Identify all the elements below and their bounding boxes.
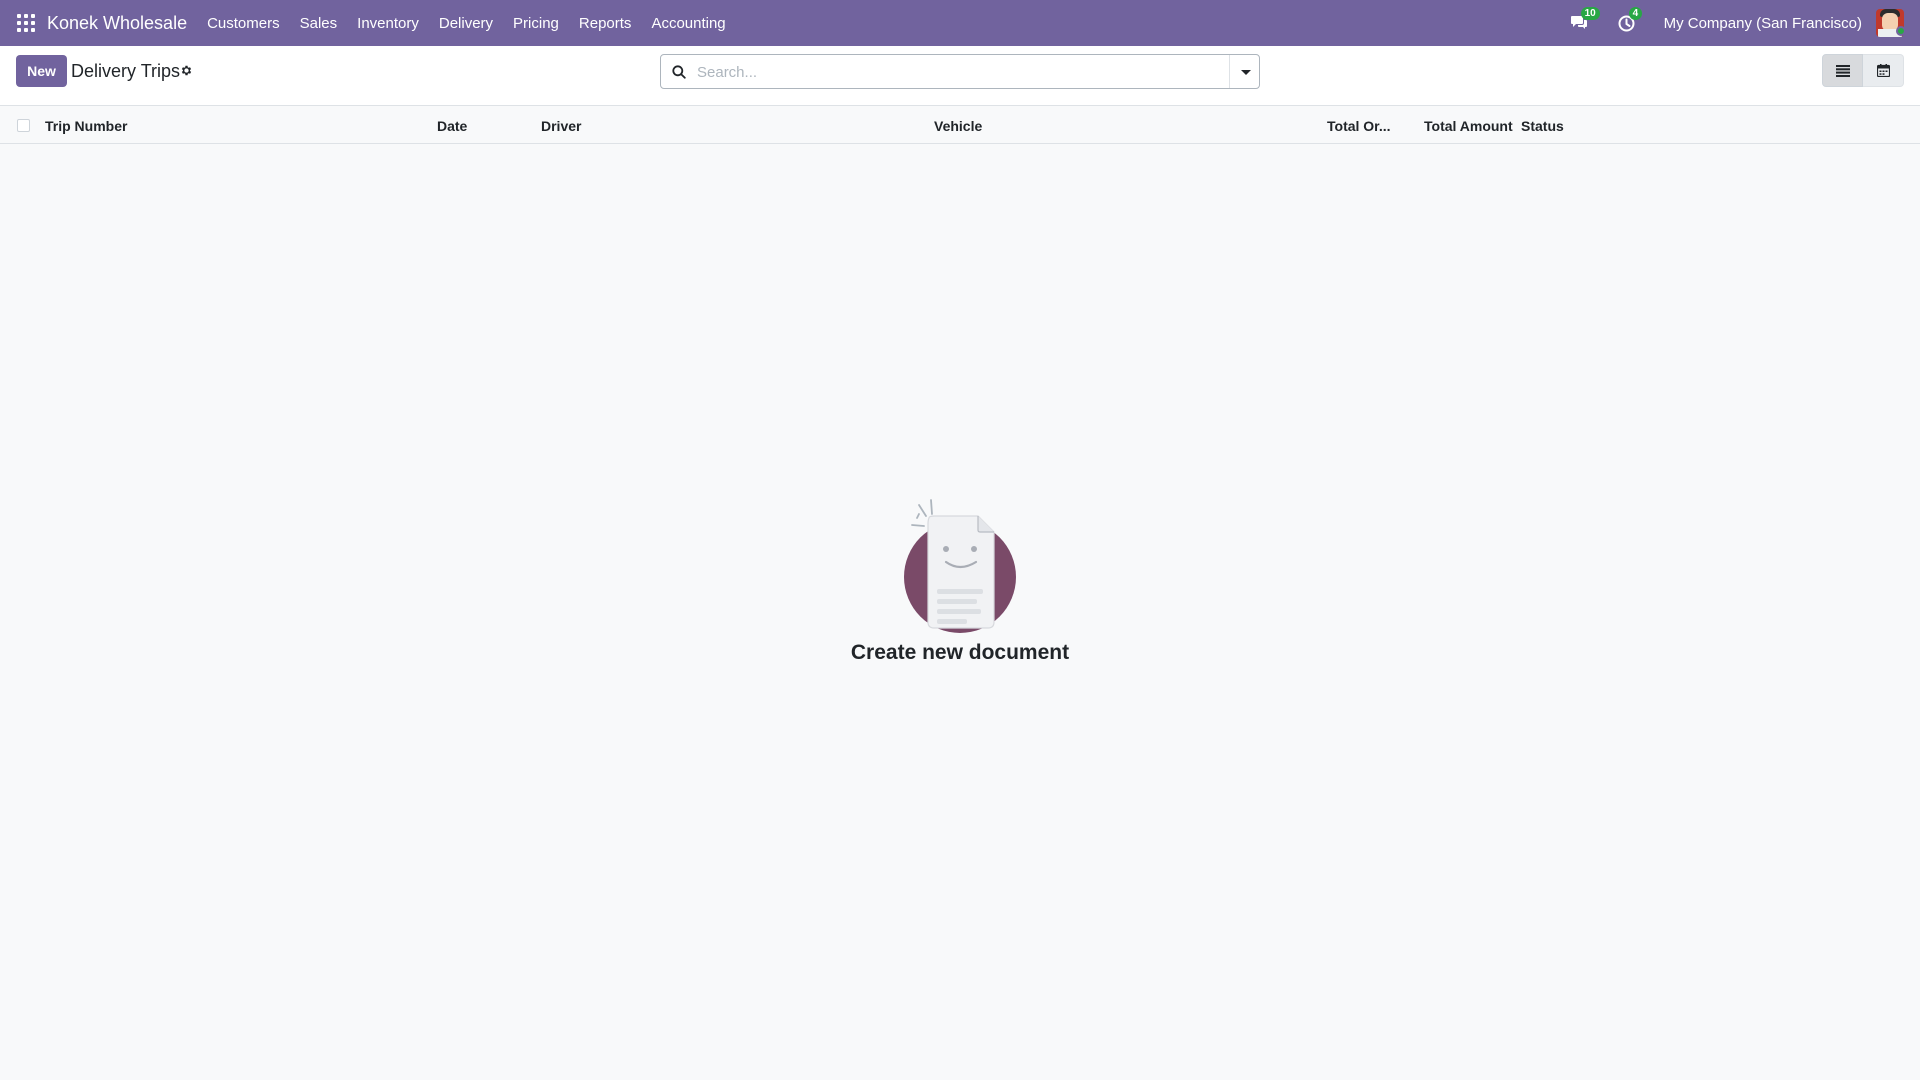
company-switcher[interactable]: My Company (San Francisco) bbox=[1664, 15, 1862, 32]
online-status-icon bbox=[1896, 26, 1906, 36]
calendar-view-button[interactable] bbox=[1863, 54, 1904, 87]
chevron-down-icon bbox=[1241, 70, 1251, 75]
search-icon bbox=[672, 65, 686, 79]
empty-document-illustration bbox=[890, 490, 1030, 635]
activities-button[interactable]: 4 bbox=[1616, 7, 1643, 34]
select-all-checkbox[interactable] bbox=[17, 119, 30, 132]
list-view-icon bbox=[1835, 64, 1850, 77]
systray: 10 4 My Company (San Francisco) bbox=[1568, 0, 1920, 46]
menu-item-customers[interactable]: Customers bbox=[207, 15, 280, 32]
messages-count-badge: 10 bbox=[1580, 7, 1600, 20]
column-header-driver[interactable]: Driver bbox=[541, 118, 581, 134]
messages-button[interactable]: 10 bbox=[1568, 7, 1600, 34]
menu-item-delivery[interactable]: Delivery bbox=[439, 15, 493, 32]
column-header-vehicle[interactable]: Vehicle bbox=[934, 118, 982, 134]
calendar-view-icon bbox=[1876, 64, 1890, 77]
empty-state-title: Create new document bbox=[850, 641, 1070, 664]
column-header-total-orders[interactable]: Total Or... bbox=[1327, 118, 1391, 134]
activities-count-badge: 4 bbox=[1628, 7, 1643, 20]
column-header-status[interactable]: Status bbox=[1521, 118, 1564, 134]
view-switcher bbox=[1822, 54, 1904, 87]
empty-state: Create new document bbox=[0, 490, 1920, 665]
column-header-total-amount[interactable]: Total Amount bbox=[1424, 118, 1513, 134]
column-header-trip-number[interactable]: Trip Number bbox=[45, 118, 127, 134]
list-view-button[interactable] bbox=[1822, 54, 1863, 87]
page-title: Delivery Trips bbox=[71, 61, 181, 81]
list-header: Trip Number Date Driver Vehicle Total Or… bbox=[0, 107, 1920, 144]
search-bar bbox=[660, 54, 1260, 89]
menu-item-sales[interactable]: Sales bbox=[300, 15, 338, 32]
new-button[interactable]: New bbox=[16, 55, 67, 87]
gear-icon[interactable] bbox=[180, 64, 193, 77]
apps-grid-icon[interactable] bbox=[17, 14, 35, 32]
menu-item-accounting[interactable]: Accounting bbox=[651, 15, 725, 32]
menu-item-reports[interactable]: Reports bbox=[579, 15, 632, 32]
search-options-toggle[interactable] bbox=[1229, 55, 1259, 88]
search-input[interactable] bbox=[697, 61, 1217, 83]
app-brand[interactable]: Konek Wholesale bbox=[47, 13, 187, 34]
main-menu: Customers Sales Inventory Delivery Prici… bbox=[207, 15, 746, 32]
column-header-date[interactable]: Date bbox=[437, 118, 467, 134]
top-navbar: Konek Wholesale Customers Sales Inventor… bbox=[0, 0, 1920, 46]
control-panel: New Delivery Trips bbox=[0, 46, 1920, 106]
menu-item-inventory[interactable]: Inventory bbox=[357, 15, 419, 32]
menu-item-pricing[interactable]: Pricing bbox=[513, 15, 559, 32]
